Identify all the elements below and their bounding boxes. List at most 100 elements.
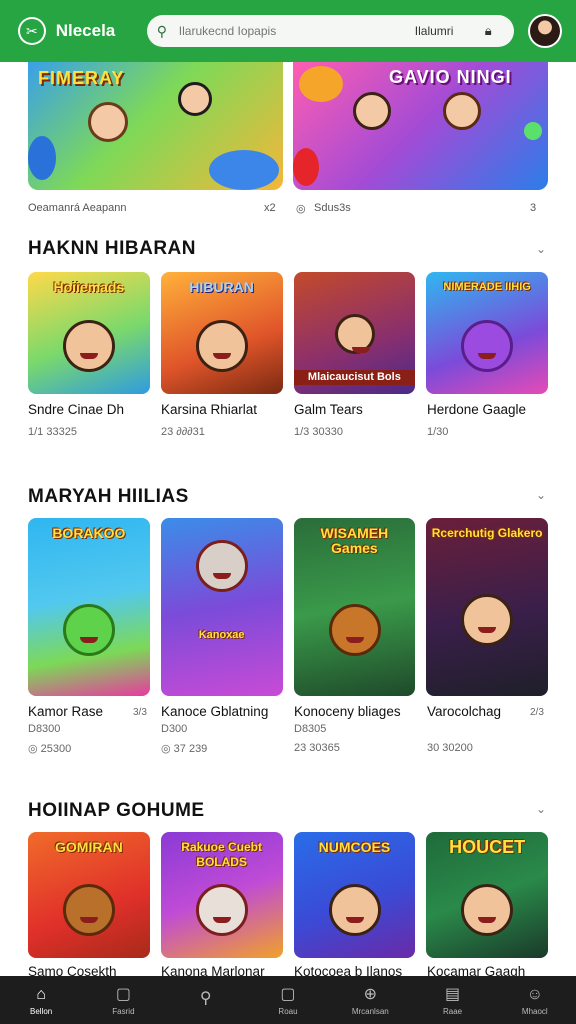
character-face bbox=[195, 884, 248, 936]
game-stats: 30 30200 bbox=[427, 742, 473, 754]
game-badge: 2/3 bbox=[530, 707, 544, 718]
game-stats: ◎ 37 239 bbox=[161, 743, 208, 755]
nav-profile[interactable]: ☺ Mhaocl bbox=[494, 976, 576, 1024]
game-tile[interactable]: WISAMEH Games bbox=[293, 518, 416, 696]
character-face bbox=[461, 320, 514, 372]
section-title: HOIINAP GOHUME bbox=[28, 800, 205, 821]
user-avatar[interactable] bbox=[528, 14, 562, 48]
game-stats: ◎ 25300 bbox=[28, 743, 72, 755]
search-input[interactable] bbox=[178, 24, 409, 38]
search-icon: ⚲ bbox=[199, 990, 212, 1007]
game-row-3: GOMIRAN Rakuoe Cuebt BOLADS NUMCOES HOUC… bbox=[28, 832, 548, 958]
featured-count-right: 3 bbox=[530, 202, 537, 214]
tile-title: Mlaicaucisut Bols bbox=[293, 370, 416, 385]
home-icon: ⌂ bbox=[36, 985, 46, 1003]
tile-title: Rakuoe Cuebt BOLADS bbox=[181, 840, 262, 869]
game-tile[interactable]: HIBURAN bbox=[160, 272, 283, 394]
section-title: HAKNN HIBARAN bbox=[28, 238, 196, 259]
game-row-1: Hoiiemads HIBURAN Mlaicaucisut Bols NIME… bbox=[28, 272, 548, 394]
game-title[interactable]: Kanoce Gblatning bbox=[161, 704, 283, 719]
game-tile[interactable]: NUMCOES bbox=[293, 832, 416, 958]
person-icon: ☺ bbox=[526, 985, 543, 1003]
game-tile[interactable]: BORAKOO bbox=[28, 518, 150, 696]
game-title[interactable]: Karsina Rhiarlat bbox=[161, 402, 283, 417]
clock-icon: ◎ bbox=[296, 203, 306, 215]
game-tile[interactable]: Hoiiemads bbox=[28, 272, 150, 394]
game-title[interactable]: Konoceny bliages bbox=[294, 704, 416, 719]
logo-icon[interactable]: ✂ bbox=[18, 17, 46, 45]
tile-title: NIMERADE IIHIG bbox=[443, 281, 531, 293]
bottom-nav: ⌂ Bellon ▢ Fasrid ⚲ ▢ Roau ⊕ Mrcanlsan ▤… bbox=[0, 976, 576, 1024]
character-face bbox=[63, 884, 115, 936]
character-face bbox=[461, 594, 514, 646]
brand-name[interactable]: Nlecela bbox=[56, 21, 127, 41]
orb-decor bbox=[209, 150, 279, 190]
location-label[interactable]: Ilalumri bbox=[415, 24, 475, 38]
game-title[interactable]: Sndre Cinae Dh bbox=[28, 402, 150, 417]
nav-item-2[interactable]: ▢ Fasrid bbox=[82, 976, 164, 1024]
game-stats: 23 30365 bbox=[294, 742, 340, 754]
plus-circle-icon: ⊕ bbox=[363, 985, 377, 1003]
nav-item-4[interactable]: ▢ Roau bbox=[247, 976, 329, 1024]
tile-title: WISAMEH Games bbox=[320, 525, 389, 556]
nav-item-5[interactable]: ⊕ Mrcanlsan bbox=[329, 976, 411, 1024]
orb-decor bbox=[28, 136, 56, 180]
character-face bbox=[328, 884, 381, 936]
app-header: ✂ Nlecela ⚲ Ilalumri 🔒︎ bbox=[0, 0, 576, 62]
game-tile[interactable]: Kanoxae bbox=[160, 518, 283, 696]
featured-banners: FIMERAY GAVIO NINGI bbox=[28, 62, 548, 190]
square-icon: ▢ bbox=[115, 985, 131, 1003]
game-tile[interactable]: HOUCET bbox=[426, 832, 548, 958]
orb-decor bbox=[293, 148, 319, 186]
chevron-down-icon[interactable]: ⌄ bbox=[536, 488, 546, 502]
character-face bbox=[461, 884, 514, 936]
list-icon: ▤ bbox=[444, 985, 461, 1003]
search-bar[interactable]: ⚲ Ilalumri 🔒︎ bbox=[146, 15, 515, 47]
character-face bbox=[353, 92, 391, 130]
game-meta: D300 bbox=[161, 723, 188, 735]
game-title[interactable]: Galm Tears bbox=[294, 402, 416, 417]
game-meta: 23 ∂∂∂31 bbox=[161, 426, 205, 438]
featured-banner-2[interactable]: GAVIO NINGI bbox=[293, 62, 548, 190]
game-meta: 1/1 33325 bbox=[28, 426, 77, 438]
featured-count: x2 bbox=[264, 202, 276, 214]
featured-caption: Oeamanrá Aeapann bbox=[28, 202, 127, 214]
character-face bbox=[88, 102, 128, 142]
character-face bbox=[195, 540, 248, 592]
nav-item-6[interactable]: ▤ Raae bbox=[411, 976, 493, 1024]
character-face bbox=[178, 82, 212, 116]
tile-title: HOUCET bbox=[449, 837, 526, 857]
game-meta: D8305 bbox=[294, 723, 327, 735]
character-face bbox=[63, 320, 115, 372]
game-tile[interactable]: NIMERADE IIHIG bbox=[426, 272, 548, 394]
clock-icon: ◎ bbox=[28, 743, 41, 755]
nav-search[interactable]: ⚲ bbox=[165, 976, 247, 1024]
tile-title: Hoiiemads bbox=[53, 279, 125, 295]
game-title[interactable]: Herdone Gaagle bbox=[427, 402, 549, 417]
clock-icon: ◎ bbox=[161, 743, 174, 755]
game-row-2: BORAKOO Kanoxae WISAMEH Games Rcerchutig… bbox=[28, 518, 548, 696]
lock-icon[interactable]: 🔒︎ bbox=[485, 23, 492, 39]
nav-home[interactable]: ⌂ Bellon bbox=[0, 976, 82, 1024]
tile-title: GOMIRAN bbox=[55, 839, 123, 855]
game-tile[interactable]: Rakuoe Cuebt BOLADS bbox=[160, 832, 283, 958]
tile-title: Kanoxae bbox=[198, 629, 245, 641]
game-tile[interactable]: GOMIRAN bbox=[28, 832, 150, 958]
game-meta: D8300 bbox=[28, 723, 61, 735]
game-tile[interactable]: Rcerchutig Glakero bbox=[426, 518, 548, 696]
character-face bbox=[334, 314, 375, 354]
featured-banner-1[interactable]: FIMERAY bbox=[28, 62, 283, 190]
game-title[interactable]: Varocolchag bbox=[427, 704, 523, 719]
character-face bbox=[195, 320, 248, 372]
tile-title: BORAKOO bbox=[52, 525, 126, 541]
section-title: MARYAH HIILIAS bbox=[28, 486, 189, 507]
orb-decor bbox=[524, 122, 542, 140]
game-title[interactable]: Kamor Rase bbox=[28, 704, 124, 719]
chevron-down-icon[interactable]: ⌄ bbox=[536, 802, 546, 816]
search-icon: ⚲ bbox=[156, 22, 168, 39]
game-tile[interactable]: Mlaicaucisut Bols bbox=[293, 272, 416, 394]
tile-title: Rcerchutig Glakero bbox=[431, 526, 543, 540]
chevron-down-icon[interactable]: ⌄ bbox=[536, 242, 546, 256]
game-meta: 1/30 bbox=[427, 426, 449, 438]
tile-title: NUMCOES bbox=[318, 839, 391, 855]
